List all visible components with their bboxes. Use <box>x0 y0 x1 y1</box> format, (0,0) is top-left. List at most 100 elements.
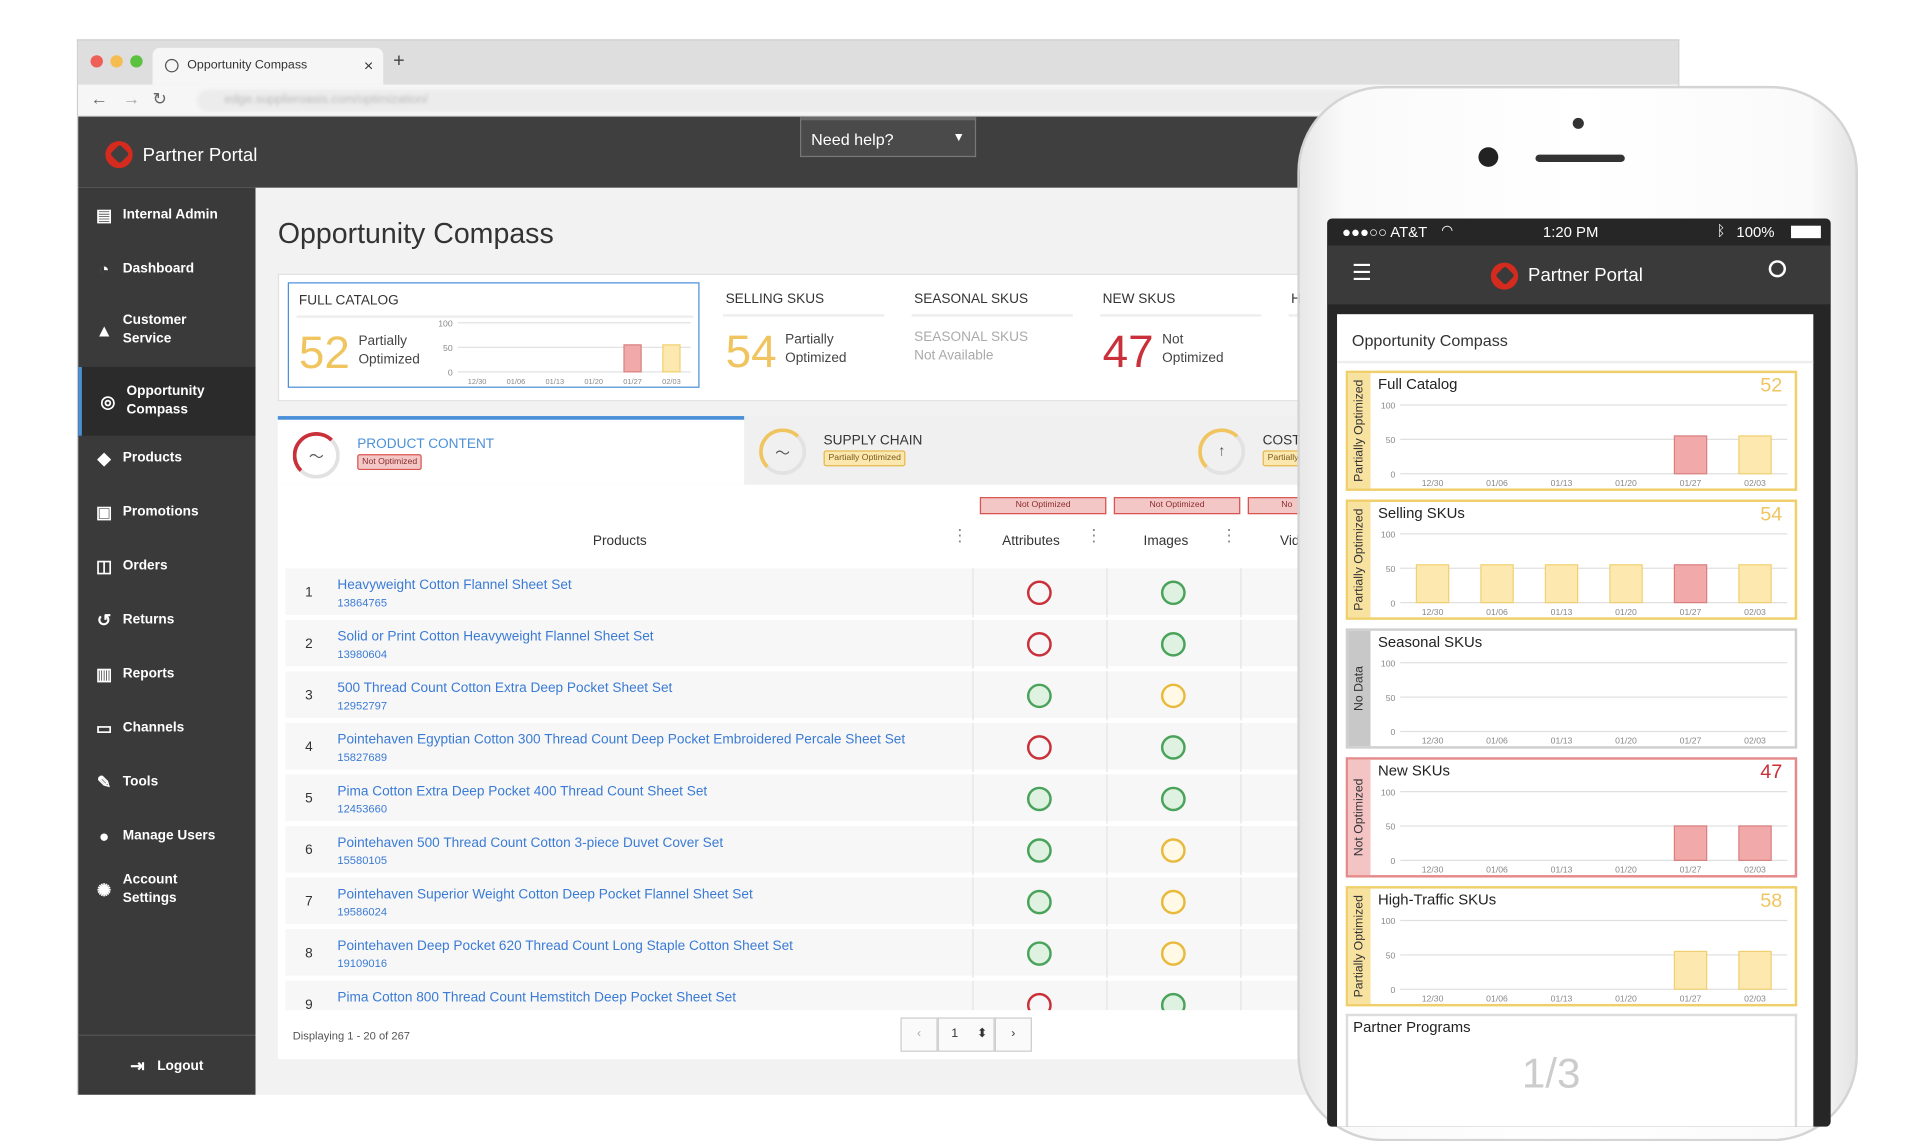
mobile-card-new-skus[interactable]: Not Optimized New SKUs 47 100 50 0 12/30 01/06 0… <box>1345 757 1798 878</box>
new-tab-button[interactable]: + <box>393 50 405 72</box>
table-row[interactable]: 8 Pointehaven Deep Pocket 620 Thread Coun… <box>285 929 1320 979</box>
sidebar-item-reports[interactable]: ▥ Reports <box>78 647 255 701</box>
images-status-circle[interactable] <box>1160 786 1186 812</box>
trend-bar <box>662 344 681 373</box>
forward-arrow-icon[interactable]: → <box>123 88 140 108</box>
sidebar-item-label: Promotions <box>122 503 199 519</box>
maximize-window-dot[interactable] <box>130 55 143 68</box>
x-tick-label: 12/30 <box>468 377 487 386</box>
attributes-column-header[interactable]: Attributes <box>1002 534 1060 549</box>
products-column-header[interactable]: Products <box>593 534 647 549</box>
sidebar-item-promotions[interactable]: ▣ Promotions <box>78 485 255 539</box>
attributes-status-circle[interactable] <box>1026 735 1052 760</box>
logout-button[interactable]: ⇥ Logout <box>78 1034 256 1095</box>
clock-label: 1:20 PM <box>1542 223 1599 241</box>
summary-card-full-catalog[interactable]: FULL CATALOG 52 Partially Optimized 100 50 0 12… <box>287 282 700 388</box>
browser-tab[interactable]: Opportunity Compass × <box>152 47 384 85</box>
prev-page-button[interactable]: ‹ <box>900 1017 938 1052</box>
images-column-header[interactable]: Images <box>1144 534 1189 549</box>
attributes-status-circle[interactable] <box>1026 838 1052 863</box>
sidebar-item-tools[interactable]: ✎ Tools <box>78 755 255 809</box>
back-arrow-icon[interactable]: ← <box>91 88 108 108</box>
tab-product-content[interactable]: 〜 PRODUCT CONTENT Not Optimized <box>277 416 745 485</box>
attributes-status-circle[interactable] <box>1026 992 1052 1011</box>
attributes-status-circle[interactable] <box>1026 632 1052 657</box>
partner-programs-card[interactable]: Partner Programs 1/3 <box>1345 1013 1798 1127</box>
product-name-link[interactable]: Pointehaven 500 Thread Count Cotton 3-pi… <box>337 836 723 851</box>
reload-icon[interactable]: ↻ <box>153 88 168 109</box>
sidebar-item-channels[interactable]: ▭ Channels <box>78 701 255 755</box>
sidebar-item-label: Opportunity Compass <box>126 384 205 418</box>
summary-card-seasonal-skus[interactable]: SEASONAL SKUS SEASONAL SKUS Not Available <box>904 282 1080 388</box>
product-name-link[interactable]: Pima Cotton Extra Deep Pocket 400 Thread… <box>337 784 707 799</box>
summary-card-underline <box>911 314 1073 317</box>
page-select[interactable]: 1 ⬍ <box>937 1017 995 1052</box>
images-status-circle[interactable] <box>1160 992 1186 1011</box>
table-row[interactable]: 1 Heavyweight Cotton Flannel Sheet Set 138… <box>285 568 1320 618</box>
product-name-link[interactable]: Solid or Print Cotton Heavyweight Flanne… <box>337 630 653 645</box>
close-window-dot[interactable] <box>90 55 103 68</box>
sidebar-item-internal-admin[interactable]: ▤ Internal Admin <box>78 188 255 242</box>
images-status-circle[interactable] <box>1160 580 1186 606</box>
sidebar-item-opportunity-compass[interactable]: ◎ Opportunity Compass <box>78 366 256 436</box>
table-row[interactable]: 4 Pointehaven Egyptian Cotton 300 Thread … <box>285 722 1320 772</box>
product-name-link[interactable]: 500 Thread Count Cotton Extra Deep Pocke… <box>337 681 672 696</box>
product-name-link[interactable]: Pointehaven Deep Pocket 620 Thread Count… <box>337 939 793 954</box>
attributes-status-circle[interactable] <box>1026 580 1052 606</box>
tab-supply-chain[interactable]: 〜 SUPPLY CHAIN Partially Optimized <box>744 416 1183 485</box>
images-status-circle[interactable] <box>1160 838 1186 863</box>
sidebar-item-orders[interactable]: ◫ Orders <box>78 539 255 593</box>
attributes-status-circle[interactable] <box>1026 683 1052 709</box>
table-row[interactable]: 5 Pima Cotton Extra Deep Pocket 400 Threa… <box>285 774 1320 824</box>
images-status-circle[interactable] <box>1160 683 1186 709</box>
tab-name: SUPPLY CHAIN <box>823 433 923 448</box>
mobile-card-full-catalog[interactable]: Partially Optimized Full Catalog 52 100 50 0 1… <box>1345 370 1798 491</box>
table-row[interactable]: 7 Pointehaven Superior Weight Cotton Deep… <box>285 877 1320 927</box>
product-name-link[interactable]: Pointehaven Superior Weight Cotton Deep … <box>337 887 752 902</box>
next-page-button[interactable]: › <box>994 1017 1032 1052</box>
sidebar-item-returns[interactable]: ↺ Returns <box>78 593 255 647</box>
product-name-link[interactable]: Heavyweight Cotton Flannel Sheet Set <box>337 578 571 593</box>
images-column-menu-icon[interactable]: ⋮ <box>1220 527 1237 544</box>
column-divider <box>1106 980 1108 1011</box>
column-divider <box>1240 568 1242 618</box>
table-row[interactable]: 2 Solid or Print Cotton Heavyweight Flann… <box>285 619 1320 669</box>
mobile-card-high-traffic-skus[interactable]: Partially Optimized High-Traffic SKUs 58 10… <box>1345 886 1798 1007</box>
attributes-status-circle[interactable] <box>1026 786 1052 812</box>
product-name-link[interactable]: Pointehaven Egyptian Cotton 300 Thread C… <box>337 733 905 748</box>
x-tick-label: 01/20 <box>1615 478 1637 488</box>
attributes-column-menu-icon[interactable]: ⋮ <box>1085 527 1102 544</box>
images-status-circle[interactable] <box>1160 941 1186 966</box>
sidebar-item-products[interactable]: ◆ Products <box>78 431 255 485</box>
mobile-card-seasonal-skus[interactable]: No Data Seasonal SKUs 100 50 0 12/30 01/06 01/1… <box>1345 628 1798 749</box>
table-row[interactable]: 9 Pima Cotton 800 Thread Count Hemstitch … <box>285 980 1320 1011</box>
product-sku: 13980604 <box>337 648 388 661</box>
images-status-circle[interactable] <box>1160 735 1186 760</box>
images-status-circle[interactable] <box>1160 889 1186 915</box>
minimize-window-dot[interactable] <box>110 55 123 68</box>
summary-card-title: SELLING SKUS <box>725 292 825 307</box>
products-column-menu-icon[interactable]: ⋮ <box>951 527 968 544</box>
summary-card-selling-skus[interactable]: SELLING SKUS 54 Partially Optimized <box>716 282 892 388</box>
need-help-dropdown[interactable]: Need help? ▼ <box>799 116 977 158</box>
trend-gauge-icon: 〜 <box>292 432 340 479</box>
x-tick-label: 02/03 <box>1744 736 1766 746</box>
sidebar-item-account-settings[interactable]: ✺ Account Settings <box>78 863 255 917</box>
sidebar-item-manage-users[interactable]: ● Manage Users <box>78 809 255 863</box>
updown-arrows-icon: ⬍ <box>976 1027 988 1041</box>
images-status-circle[interactable] <box>1160 632 1186 657</box>
trend-bar <box>623 344 642 373</box>
partner-programs-title: Partner Programs <box>1353 1018 1471 1036</box>
table-row[interactable]: 3 500 Thread Count Cotton Extra Deep Pock… <box>285 671 1320 721</box>
summary-card-new-skus[interactable]: NEW SKUS 47 Not Optimized <box>1093 282 1269 388</box>
close-tab-icon[interactable]: × <box>364 56 373 74</box>
table-row[interactable]: 6 Pointehaven 500 Thread Count Cotton 3-p… <box>285 825 1320 876</box>
mobile-card-selling-skus[interactable]: Partially Optimized Selling SKUs 54 100 50 0 1… <box>1345 499 1798 620</box>
sidebar-item-dashboard[interactable]: ◔ Dashboard <box>78 242 255 296</box>
product-name-link[interactable]: Pima Cotton 800 Thread Count Hemstitch D… <box>337 990 736 1005</box>
sidebar-item-customer-service[interactable]: ▲ Customer Service <box>78 296 255 365</box>
attributes-status-circle[interactable] <box>1026 941 1052 966</box>
search-icon[interactable] <box>1768 260 1787 278</box>
attributes-status-circle[interactable] <box>1026 889 1052 915</box>
hamburger-menu-icon[interactable]: ☰ <box>1352 260 1372 286</box>
